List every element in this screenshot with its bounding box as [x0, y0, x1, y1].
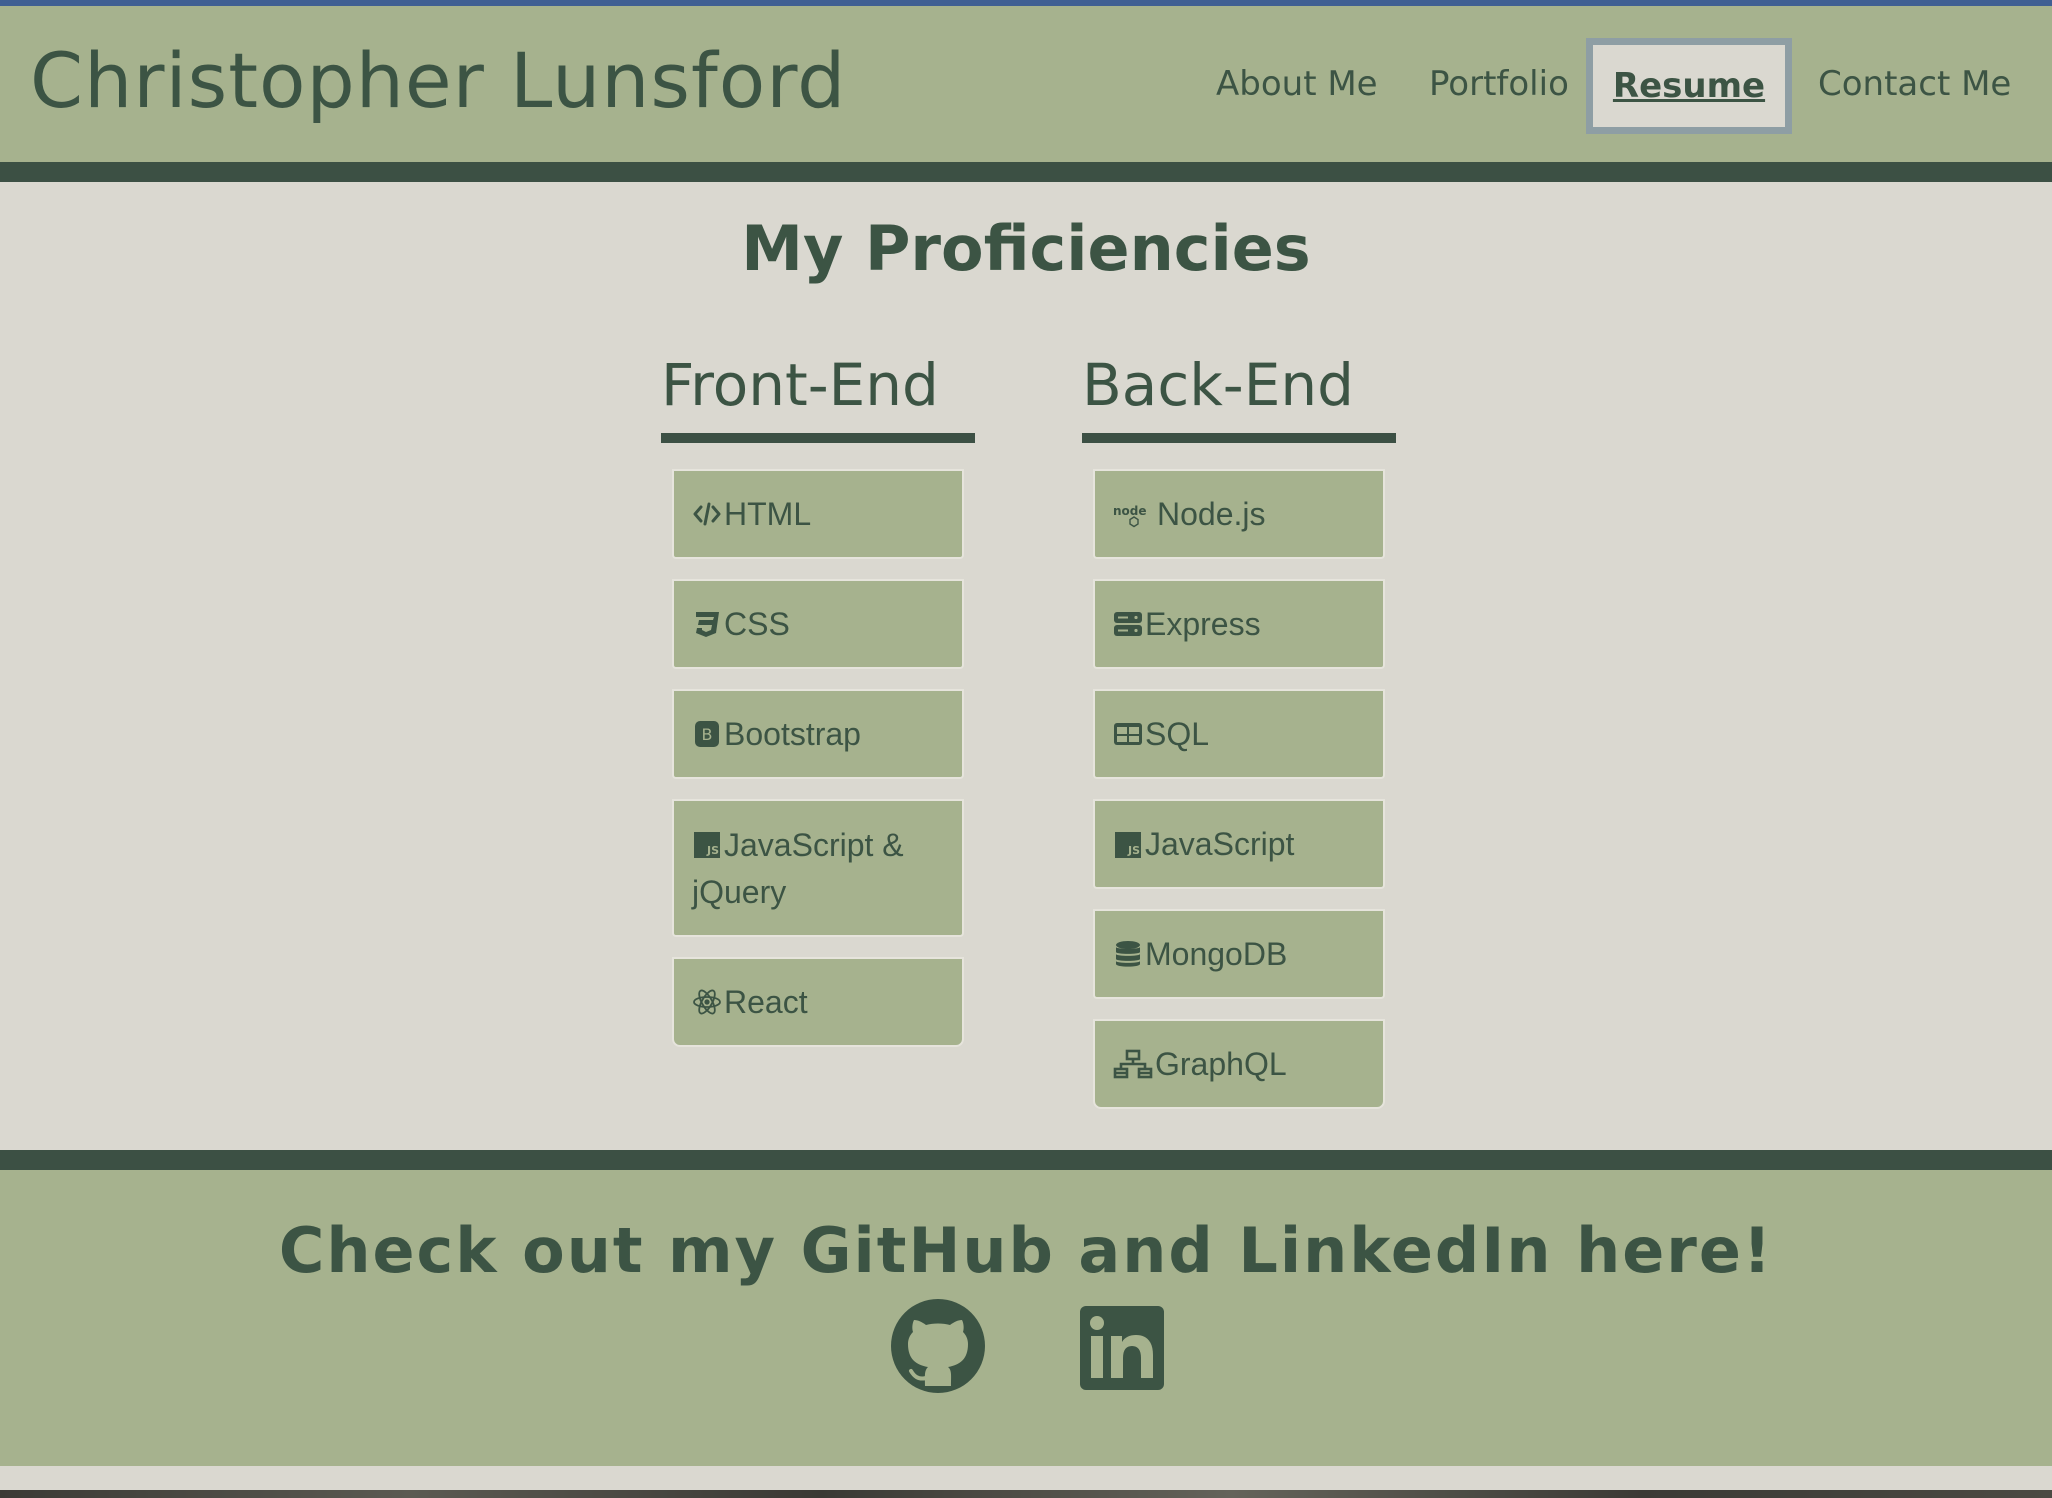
bootstrap-icon: B: [692, 719, 722, 749]
skill-label: MongoDB: [1145, 935, 1288, 972]
skill-card-react: React: [672, 957, 964, 1047]
site-header: Christopher Lunsford About Me Portfolio …: [0, 6, 2052, 162]
skill-label: SQL: [1145, 715, 1210, 752]
resume-main: My Proficiencies Front-End HTML CSS B Bo…: [0, 182, 2052, 1150]
code-icon: [692, 499, 722, 529]
github-link[interactable]: [890, 1298, 986, 1394]
database-icon: [1113, 939, 1143, 969]
skill-card-html: HTML: [672, 469, 964, 559]
skill-card-javascript: JS JavaScript: [1093, 799, 1385, 889]
site-footer: Check out my GitHub and LinkedIn here!: [0, 1170, 2052, 1466]
network-icon: [1113, 1049, 1153, 1079]
skill-label: HTML: [724, 495, 812, 532]
nav-about-me[interactable]: About Me: [1216, 61, 1378, 107]
main-nav: About Me Portfolio Resume Contact Me: [0, 6, 2052, 162]
skill-label: JavaScript: [1145, 825, 1295, 862]
skill-card-mongodb: MongoDB: [1093, 909, 1385, 999]
skill-card-sql: SQL: [1093, 689, 1385, 779]
section-heading: My Proficiencies: [741, 212, 1311, 285]
skill-label: CSS: [724, 605, 790, 642]
github-icon: [890, 1298, 986, 1394]
node-icon: node: [1113, 499, 1155, 529]
footer-divider: [0, 1150, 2052, 1170]
back-end-title: Back-End: [1082, 351, 1354, 419]
svg-text:JS: JS: [706, 844, 719, 857]
footer-heading: Check out my GitHub and LinkedIn here!: [278, 1214, 1774, 1287]
server-icon: [1113, 609, 1143, 639]
nav-portfolio[interactable]: Portfolio: [1429, 61, 1569, 107]
js-icon: JS: [1113, 829, 1143, 859]
skill-card-graphql: GraphQL: [1093, 1019, 1385, 1109]
back-end-column: Back-End node Node.js Express SQL JS Jav…: [1082, 347, 1396, 1109]
background-photo-edge: [0, 1490, 2052, 1498]
header-divider: [0, 162, 2052, 182]
front-end-title: Front-End: [661, 351, 939, 419]
back-end-rule: [1082, 433, 1396, 443]
skill-label: React: [724, 983, 808, 1020]
svg-text:node: node: [1113, 504, 1147, 518]
skill-label: Express: [1145, 605, 1261, 642]
skill-card-nodejs: node Node.js: [1093, 469, 1385, 559]
nav-resume[interactable]: Resume: [1586, 38, 1792, 134]
js-icon: JS: [692, 829, 722, 859]
skill-label: JS JavaScript & jQuery: [692, 827, 904, 910]
react-icon: [692, 987, 722, 1017]
skill-label: Node.js: [1157, 495, 1266, 532]
nav-contact-me[interactable]: Contact Me: [1818, 61, 2011, 107]
skill-label: GraphQL: [1155, 1045, 1287, 1082]
svg-text:B: B: [702, 725, 713, 744]
css3-icon: [692, 609, 722, 639]
svg-text:JS: JS: [1127, 844, 1140, 857]
skill-card-bootstrap: B Bootstrap: [672, 689, 964, 779]
skill-card-javascript-jquery: JS JavaScript & jQuery: [672, 799, 964, 937]
table-icon: [1113, 719, 1143, 749]
skill-card-express: Express: [1093, 579, 1385, 669]
linkedin-icon: [1074, 1298, 1170, 1394]
front-end-rule: [661, 433, 975, 443]
skill-card-css: CSS: [672, 579, 964, 669]
linkedin-link[interactable]: [1074, 1298, 1170, 1394]
skill-label: Bootstrap: [724, 715, 861, 752]
front-end-column: Front-End HTML CSS B Bootstrap JS JavaScr…: [661, 347, 975, 1047]
page-bottom-strip: [0, 1466, 2052, 1498]
